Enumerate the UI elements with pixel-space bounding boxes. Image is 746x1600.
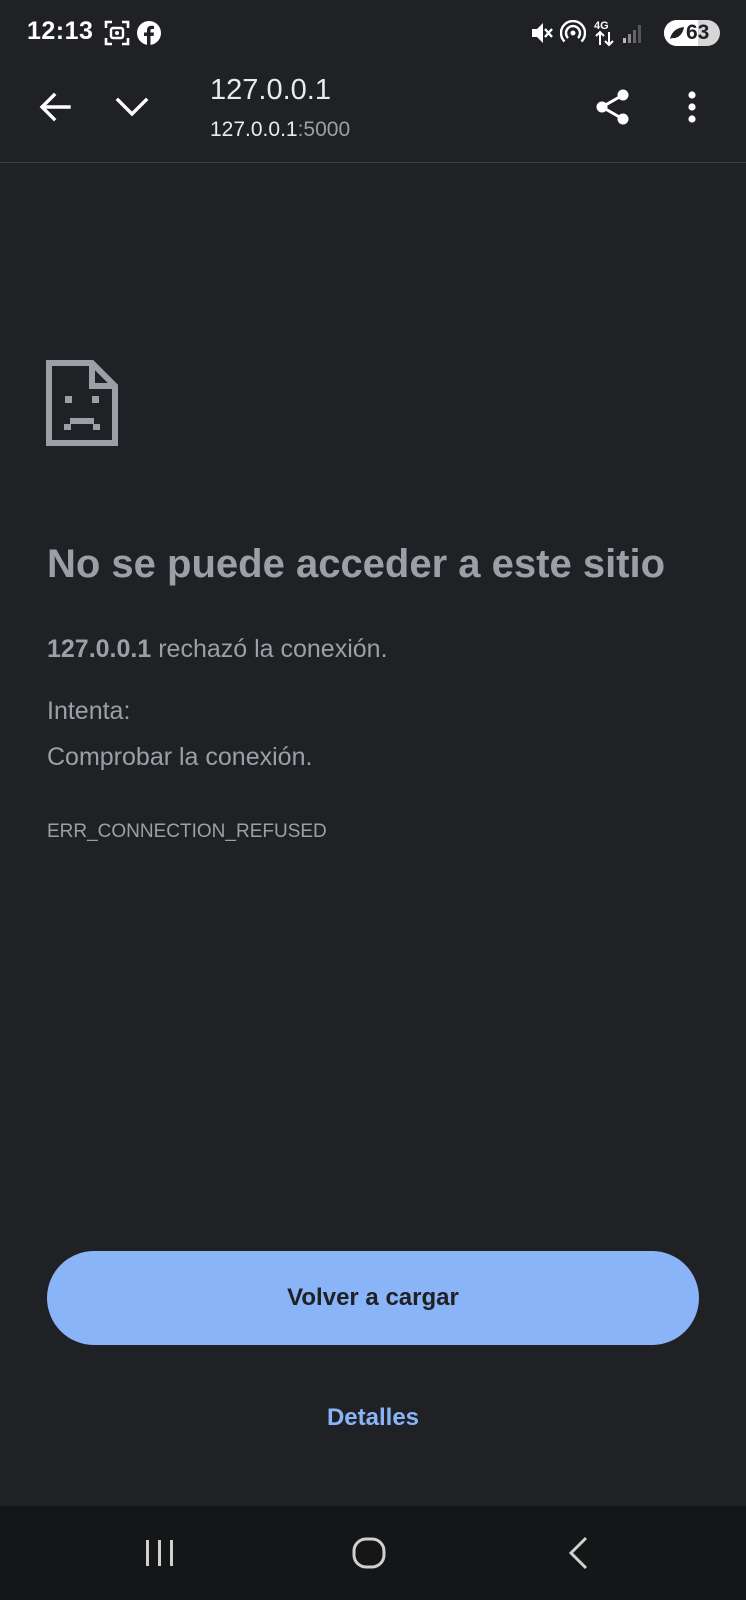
muted-icon bbox=[532, 23, 553, 43]
chevron-down-icon bbox=[115, 97, 149, 117]
sad-page-icon bbox=[46, 360, 118, 446]
recents-icon bbox=[146, 1540, 173, 1566]
battery-icon: 63 bbox=[664, 20, 720, 46]
back-icon bbox=[568, 1536, 588, 1570]
system-nav-bar bbox=[0, 1506, 746, 1600]
url-host: 127.0.0.1 bbox=[210, 118, 298, 141]
more-vert-icon bbox=[688, 91, 696, 123]
browser-screen: 12:13 4G 63 127.0.0.1 127.0.0.1:5000 No … bbox=[0, 0, 746, 1600]
share-icon bbox=[596, 89, 629, 125]
back-button[interactable] bbox=[27, 79, 83, 135]
details-button[interactable]: Detalles bbox=[273, 1394, 473, 1442]
signal-icon bbox=[623, 25, 641, 43]
page-url[interactable]: 127.0.0.1:5000 bbox=[210, 118, 350, 142]
mobile-data-icon: 4G bbox=[594, 20, 614, 47]
home-icon bbox=[352, 1537, 386, 1569]
suggestions-label: Intenta: bbox=[47, 697, 131, 725]
error-description: 127.0.0.1 rechazó la conexión. bbox=[47, 635, 388, 664]
svg-text:4G: 4G bbox=[594, 20, 609, 32]
status-time: 12:13 bbox=[27, 17, 94, 45]
error-heading: No se puede acceder a este sitio bbox=[47, 542, 666, 586]
error-message: rechazó la conexión. bbox=[151, 635, 388, 663]
eco-leaf-icon bbox=[670, 27, 684, 39]
more-options-button[interactable] bbox=[664, 79, 720, 135]
system-back-button[interactable] bbox=[548, 1523, 608, 1583]
share-button[interactable] bbox=[585, 79, 641, 135]
status-bar: 12:13 4G 63 bbox=[0, 0, 746, 64]
reload-button[interactable]: Volver a cargar bbox=[47, 1251, 699, 1345]
back-arrow-icon bbox=[39, 92, 71, 122]
page-title: 127.0.0.1 bbox=[210, 74, 331, 106]
recents-button[interactable] bbox=[130, 1523, 190, 1583]
facebook-icon bbox=[137, 21, 161, 45]
screenshot-icon bbox=[104, 20, 130, 46]
url-port: :5000 bbox=[297, 118, 351, 141]
browser-toolbar: 127.0.0.1 127.0.0.1:5000 bbox=[0, 64, 746, 163]
minimize-button[interactable] bbox=[104, 79, 160, 135]
error-host: 127.0.0.1 bbox=[47, 635, 152, 663]
hotspot-icon bbox=[560, 20, 586, 43]
battery-level: 63 bbox=[686, 21, 710, 44]
error-code: ERR_CONNECTION_REFUSED bbox=[47, 821, 327, 842]
suggestion-item: Comprobar la conexión. bbox=[47, 743, 313, 771]
home-button[interactable] bbox=[339, 1523, 399, 1583]
